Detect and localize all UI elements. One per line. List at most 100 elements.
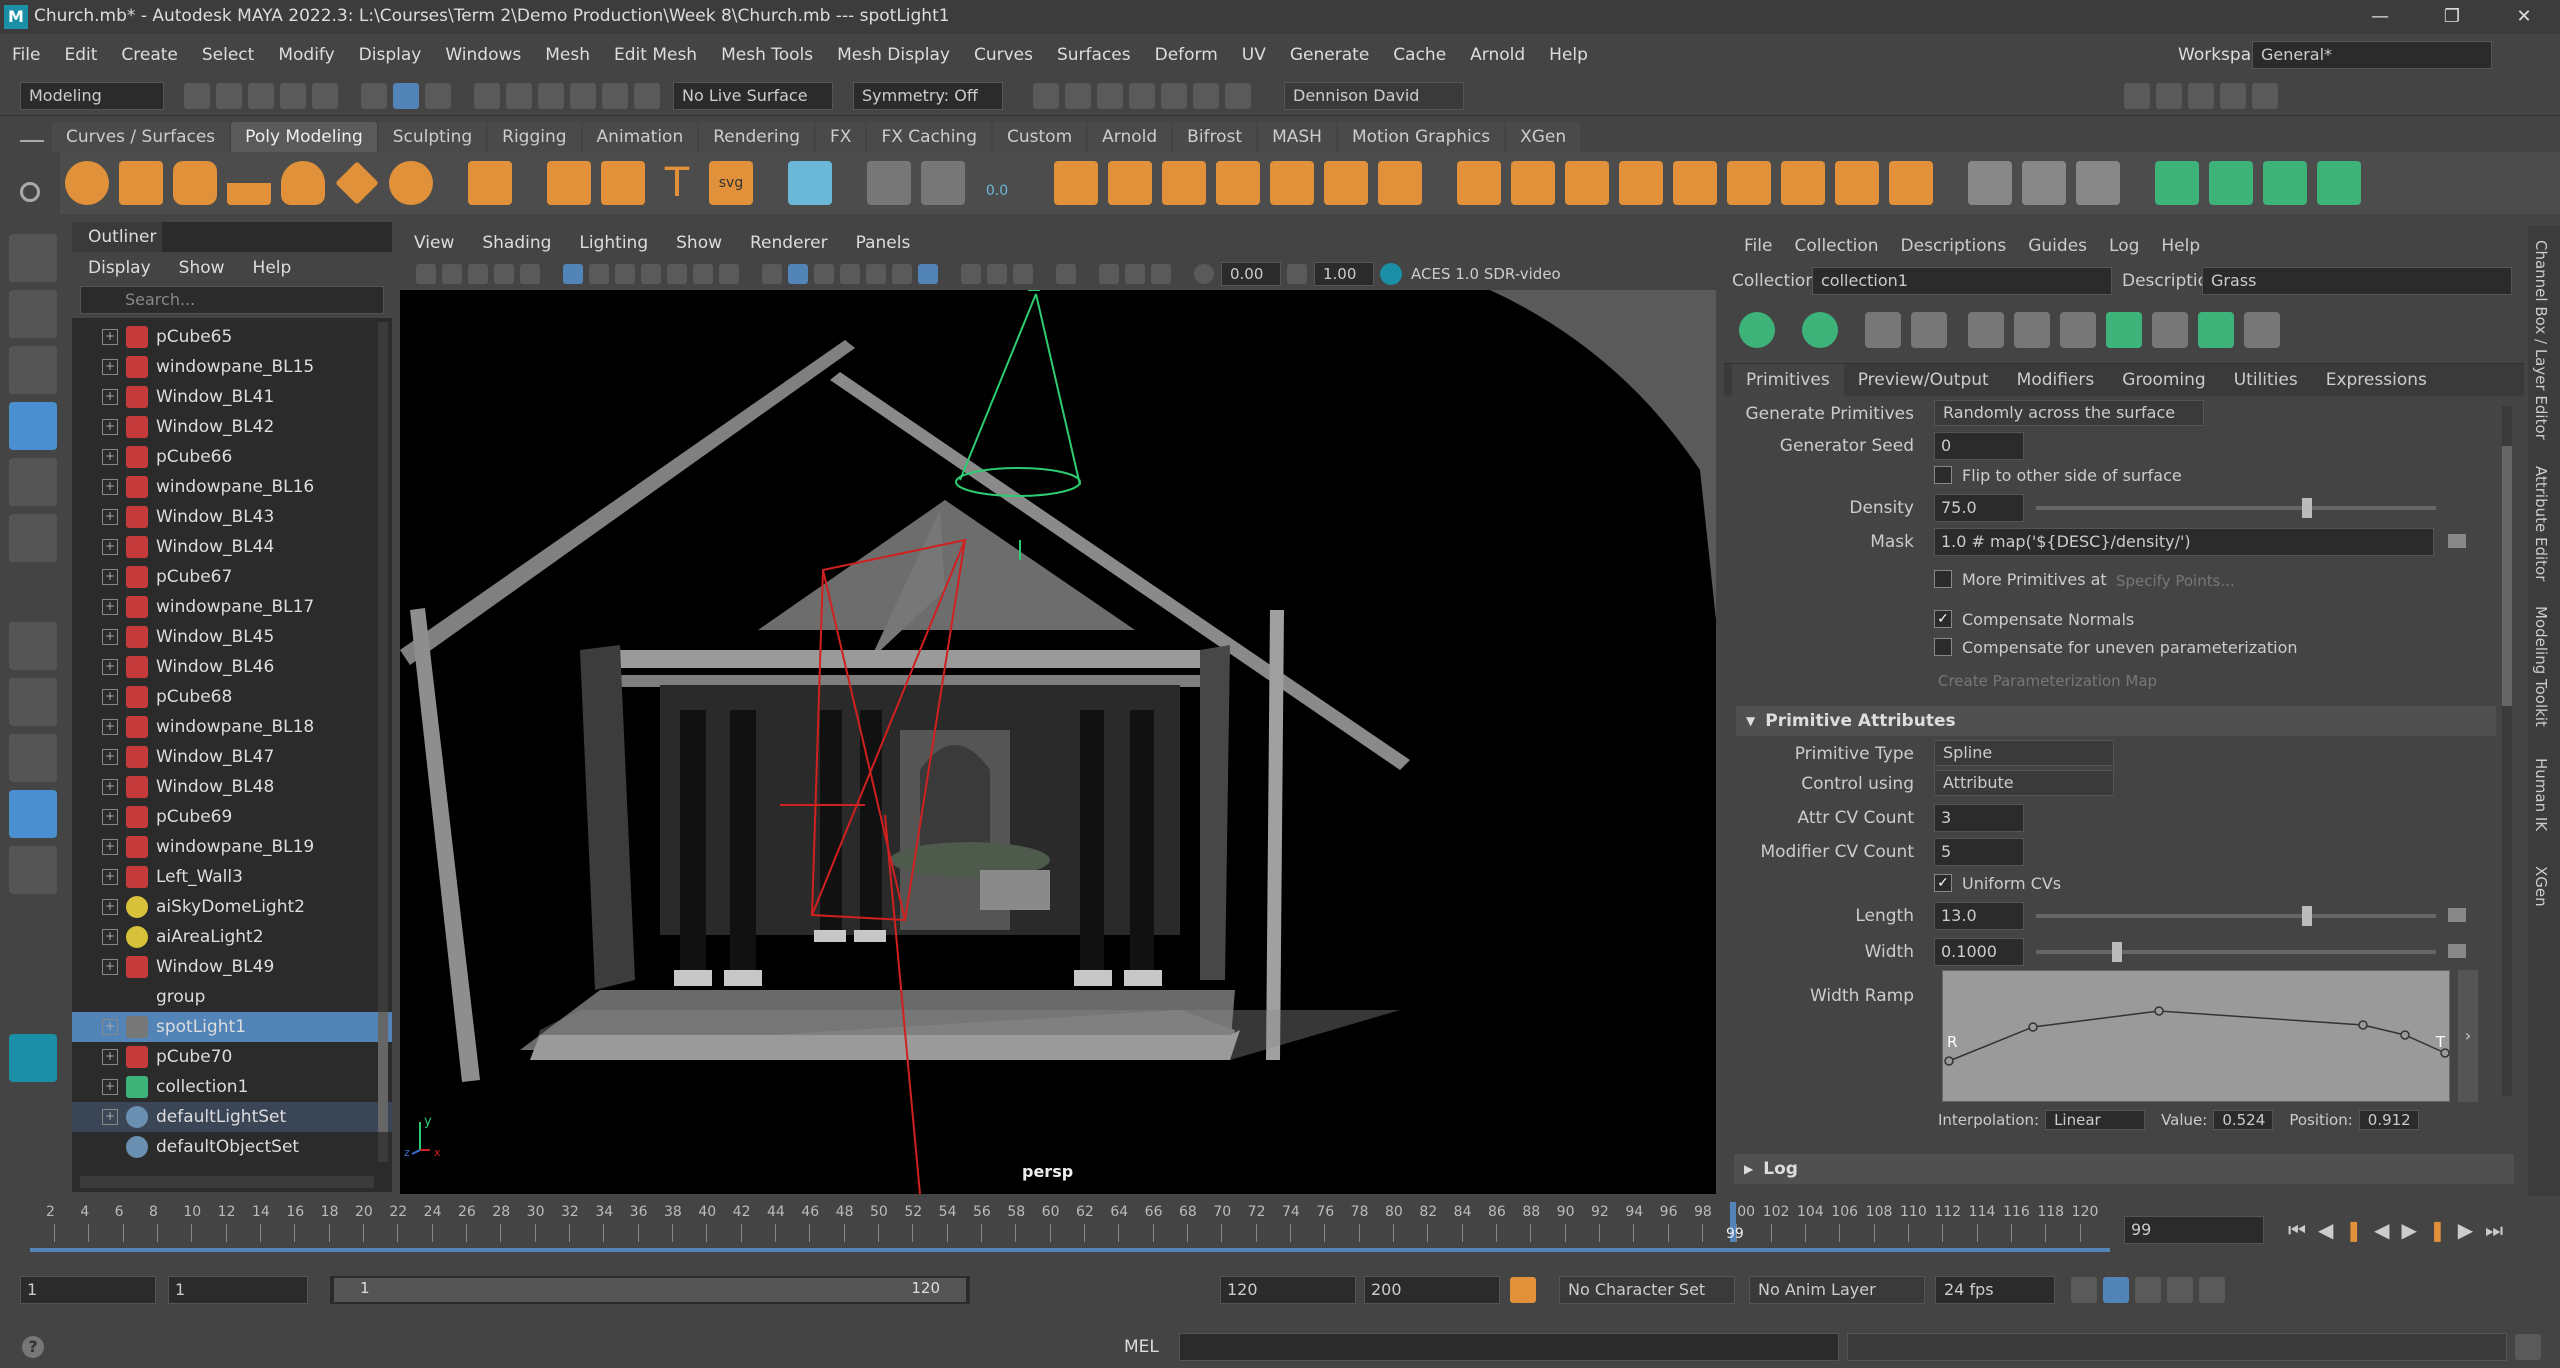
super-shape-icon[interactable]: [547, 161, 591, 205]
collapse-icon[interactable]: [1889, 161, 1933, 205]
exposure-field[interactable]: 0.00: [1221, 262, 1281, 286]
pause-icon[interactable]: [1225, 82, 1251, 109]
expand-icon[interactable]: +: [102, 899, 118, 915]
tab-human-ik[interactable]: Human IK: [2532, 758, 2550, 831]
field-chart-icon[interactable]: [667, 264, 687, 284]
symmetry-select[interactable]: Symmetry: Off: [853, 81, 1003, 110]
expand-icon[interactable]: +: [102, 389, 118, 405]
expand-icon[interactable]: +: [102, 1079, 118, 1095]
outliner-item[interactable]: + Window_BL42: [72, 412, 392, 442]
bookmark-icon[interactable]: [468, 264, 488, 284]
current-frame-field[interactable]: 99: [2124, 1216, 2264, 1244]
bevel-icon[interactable]: [1565, 161, 1609, 205]
expand-icon[interactable]: +: [102, 839, 118, 855]
expand-icon[interactable]: +: [102, 929, 118, 945]
timer-icon[interactable]: [921, 161, 965, 205]
gate-mask-icon[interactable]: [641, 264, 661, 284]
outliner-item[interactable]: + Window_BL47: [72, 742, 392, 772]
poke-icon[interactable]: [1673, 161, 1717, 205]
outliner-item[interactable]: + Window_BL44: [72, 532, 392, 562]
step-back-key-icon[interactable]: ◀: [2318, 1218, 2333, 1242]
image-plane-icon[interactable]: [494, 264, 514, 284]
uv-auto-icon[interactable]: [2209, 161, 2253, 205]
sound-icon[interactable]: [2135, 1277, 2161, 1303]
save-scene-icon[interactable]: [248, 82, 274, 109]
outliner-item[interactable]: + pCube69: [72, 802, 392, 832]
film-gate-icon[interactable]: [589, 264, 609, 284]
viewport-menu-item[interactable]: Show: [662, 233, 736, 253]
screen-space-ao-icon[interactable]: [961, 264, 981, 284]
prev-key-icon[interactable]: ❚: [2345, 1218, 2362, 1242]
end-time-field[interactable]: 200: [1364, 1276, 1500, 1304]
outliner-item[interactable]: + Window_BL41: [72, 382, 392, 412]
primitive-attributes-header[interactable]: ▼ Primitive Attributes: [1736, 706, 2496, 736]
maximize-icon[interactable]: ❐: [2424, 0, 2480, 34]
outliner-item[interactable]: + aiAreaLight2: [72, 922, 392, 952]
description-select[interactable]: Grass: [2202, 267, 2512, 295]
ipr-icon[interactable]: [1097, 82, 1123, 109]
anim-prefs-icon[interactable]: [2167, 1277, 2193, 1303]
auto-key-icon[interactable]: [1510, 1277, 1536, 1303]
xgen-tab-grooming[interactable]: Grooming: [2108, 370, 2219, 390]
fill-hole-icon[interactable]: [1324, 161, 1368, 205]
menu-item[interactable]: Curves: [962, 38, 1045, 72]
expand-icon[interactable]: +: [102, 1109, 118, 1125]
attr-cv-field[interactable]: 3: [1934, 804, 2024, 832]
camera-attr-icon[interactable]: [442, 264, 462, 284]
xgen-comb-icon[interactable]: [2198, 311, 2234, 348]
grid-icon[interactable]: [563, 264, 583, 284]
menu-item[interactable]: Mesh Tools: [709, 38, 825, 72]
xgen-lock-icon[interactable]: [2060, 311, 2096, 348]
xgen-clear-icon[interactable]: [1802, 311, 1838, 348]
outliner-item[interactable]: + aiSkyDomeLight2: [72, 892, 392, 922]
minimize-icon[interactable]: —: [2352, 0, 2408, 34]
snap-curve-icon[interactable]: [506, 82, 532, 109]
exposure-icon[interactable]: [1194, 264, 1214, 284]
fps-select[interactable]: 24 fps: [1935, 1276, 2055, 1304]
poly-torus-icon[interactable]: [281, 161, 325, 205]
outliner-item[interactable]: + Window_BL48: [72, 772, 392, 802]
loop-icon[interactable]: [2071, 1277, 2097, 1303]
expand-icon[interactable]: +: [102, 749, 118, 765]
viewport-menu-item[interactable]: Panels: [842, 233, 925, 253]
xgen-cut-icon[interactable]: [2244, 311, 2280, 348]
gamma-field[interactable]: 1.00: [1314, 262, 1374, 286]
select-hierarchy-icon[interactable]: [361, 82, 387, 109]
menu-item[interactable]: Cache: [1381, 38, 1458, 72]
menu-item[interactable]: Display: [347, 38, 434, 72]
snap-surface-icon[interactable]: [602, 82, 628, 109]
wireframe-on-shaded-icon[interactable]: [840, 264, 860, 284]
snap-point-icon[interactable]: [538, 82, 564, 109]
tab-xgen[interactable]: XGen: [2532, 866, 2550, 907]
generate-select[interactable]: Randomly across the surface: [1934, 400, 2204, 426]
shelf-tab[interactable]: Rigging: [488, 122, 581, 152]
render-frame-icon[interactable]: [1033, 82, 1059, 109]
reduce-icon[interactable]: [1378, 161, 1422, 205]
layer-editor-icon[interactable]: [2252, 82, 2278, 109]
grease-pencil-icon[interactable]: [520, 264, 540, 284]
primitive-type-select[interactable]: Spline: [1934, 740, 2114, 766]
menu-item[interactable]: Mesh: [533, 38, 602, 72]
sweep-mesh-icon[interactable]: [601, 161, 645, 205]
expand-icon[interactable]: +: [102, 419, 118, 435]
menu-item[interactable]: Help: [1537, 38, 1600, 72]
outliner-item[interactable]: + pCube67: [72, 562, 392, 592]
outliner-item[interactable]: + Window_BL46: [72, 652, 392, 682]
outliner-item[interactable]: +defaultObjectSet: [72, 1132, 392, 1162]
expand-icon[interactable]: +: [102, 1049, 118, 1065]
render-settings-icon[interactable]: [1129, 82, 1155, 109]
xray-icon[interactable]: [1099, 264, 1119, 284]
outliner-tab[interactable]: Outliner: [72, 222, 162, 252]
expand-icon[interactable]: +: [102, 659, 118, 675]
specify-points-button[interactable]: Specify Points...: [2116, 572, 2235, 590]
outliner-layout-icon[interactable]: [9, 790, 57, 838]
outliner-menu-help[interactable]: Help: [253, 258, 292, 278]
more-primitives-checkbox[interactable]: [1934, 570, 1952, 588]
xgen-select-guide-icon[interactable]: [1911, 311, 1947, 348]
viewport-menu-item[interactable]: Renderer: [736, 233, 842, 253]
xray-joints-icon[interactable]: [1125, 264, 1145, 284]
mel-command-input[interactable]: [1178, 1333, 1839, 1361]
outliner-item[interactable]: + pCube70: [72, 1042, 392, 1072]
menu-item[interactable]: UV: [1230, 38, 1278, 72]
menu-item[interactable]: Windows: [433, 38, 533, 72]
